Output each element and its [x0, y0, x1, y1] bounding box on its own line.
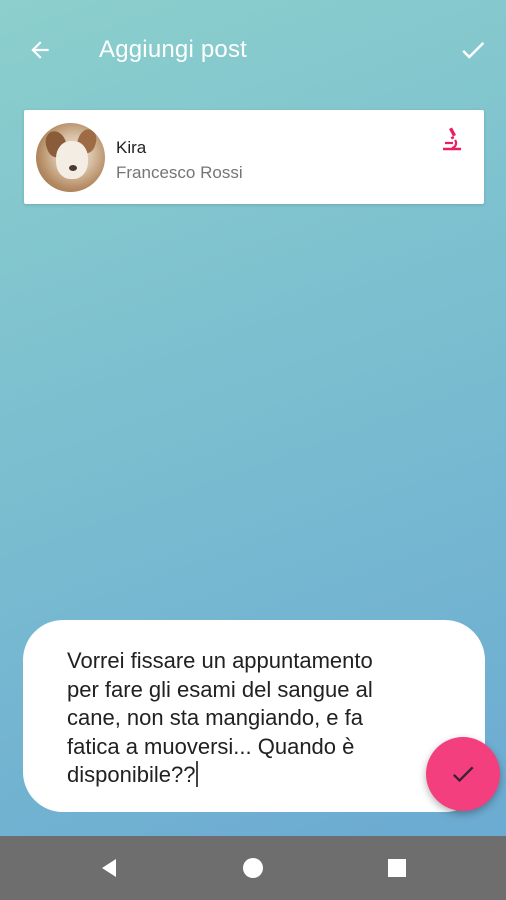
check-icon — [452, 766, 474, 783]
pet-card[interactable]: Kira Francesco Rossi — [24, 110, 484, 204]
confirm-button[interactable] — [456, 34, 490, 66]
square-recents-icon — [388, 859, 406, 877]
microscope-icon — [443, 127, 461, 151]
nav-back-button[interactable] — [93, 852, 125, 884]
triangle-back-icon — [102, 859, 116, 877]
arrow-left-icon — [31, 41, 49, 59]
avatar — [36, 123, 105, 192]
text-caret — [196, 761, 199, 787]
pet-name: Kira — [116, 138, 147, 157]
message-input[interactable]: Vorrei fissare un appuntamento per fare … — [23, 620, 485, 812]
nav-home-button[interactable] — [237, 852, 269, 884]
owner-name: Francesco Rossi — [116, 163, 243, 182]
system-nav-bar — [0, 836, 506, 900]
message-text[interactable]: Vorrei fissare un appuntamento per fare … — [67, 647, 437, 790]
circle-home-icon — [243, 858, 263, 878]
app-bar: Aggiungi post — [0, 0, 506, 100]
check-icon — [462, 41, 485, 59]
back-button[interactable] — [24, 34, 56, 66]
nav-recents-button[interactable] — [381, 852, 413, 884]
send-fab-button[interactable] — [426, 737, 500, 811]
page-title: Aggiungi post — [99, 36, 248, 63]
